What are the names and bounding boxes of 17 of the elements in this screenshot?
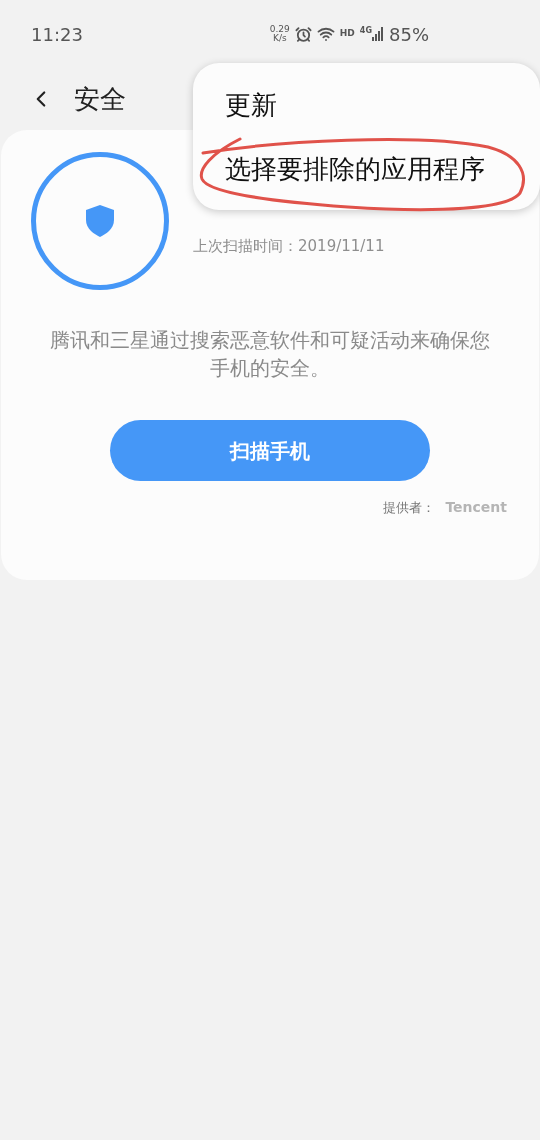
- network-speed: 0.29: [269, 25, 290, 34]
- last-scan-time: 上次扫描时间：2019/11/11: [193, 235, 385, 257]
- battery-level: 85%: [389, 22, 429, 47]
- alarm-icon: [294, 25, 312, 43]
- network-speed-unit: K/s: [273, 34, 287, 43]
- menu-item[interactable]: 选择要排除的应用程序: [225, 153, 540, 184]
- menu-item[interactable]: 更新: [225, 89, 540, 120]
- description-text: 腾讯和三星通过搜索恶意软件和可疑活动来确保您手机的安全。: [49, 327, 491, 382]
- provider-label: 提供者：: [383, 498, 436, 517]
- hd-label: HD: [339, 27, 355, 41]
- provider-name: Tencent: [445, 498, 507, 517]
- shield-icon: [86, 205, 114, 237]
- status-time: 11:23: [31, 22, 83, 47]
- signal-icon: [372, 27, 384, 41]
- wifi-icon: [316, 25, 335, 43]
- network-type: 4G: [359, 27, 372, 35]
- page-title: 安全: [74, 82, 126, 116]
